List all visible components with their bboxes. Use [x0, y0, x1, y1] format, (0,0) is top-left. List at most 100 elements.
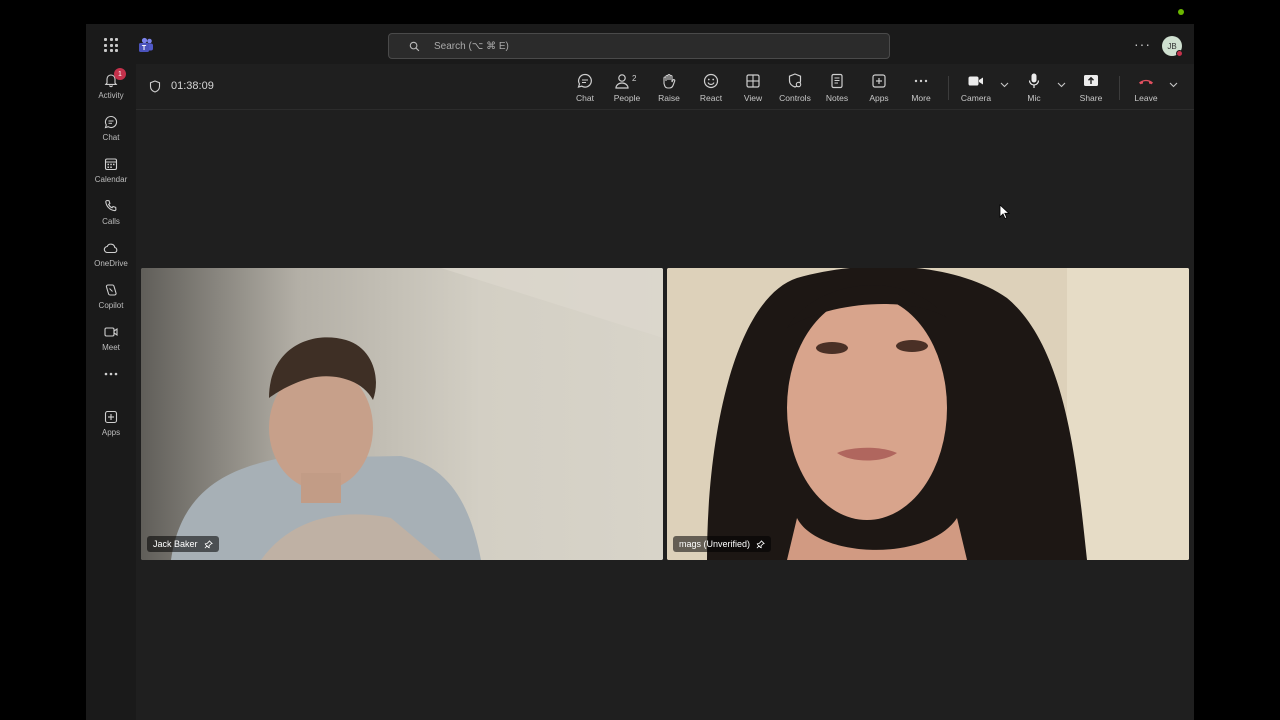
participant-video-tile[interactable]: mags (Unverified)	[667, 268, 1189, 560]
online-status-dot	[1178, 9, 1184, 15]
controls-label: Controls	[779, 93, 811, 103]
notes-icon	[831, 73, 843, 89]
pin-icon[interactable]	[204, 539, 213, 549]
plus-square-icon	[872, 74, 886, 88]
presence-busy-icon	[1176, 50, 1183, 57]
rail-item-meet[interactable]: Meet	[86, 324, 136, 352]
rail-item-onedrive[interactable]: OneDrive	[86, 240, 136, 268]
leave-options-chevron-icon[interactable]	[1169, 82, 1178, 88]
camera-options-chevron-icon[interactable]	[1000, 82, 1009, 88]
smiley-icon	[703, 73, 719, 89]
rail-item-copilot[interactable]: Copilot	[86, 282, 136, 310]
rail-item-label: OneDrive	[94, 259, 128, 268]
profile-avatar[interactable]: JB	[1162, 36, 1183, 57]
copilot-icon	[105, 284, 117, 296]
mic-icon	[1028, 73, 1040, 88]
more-button[interactable]: More	[899, 72, 943, 103]
teams-logo-icon: T	[139, 37, 153, 52]
rail-item-calls[interactable]: Calls	[86, 198, 136, 226]
mic-options-chevron-icon[interactable]	[1057, 82, 1066, 88]
search-input[interactable]: Search (⌥ ⌘ E)	[388, 33, 890, 59]
chat-icon	[577, 73, 592, 88]
hang-up-icon	[1139, 79, 1153, 85]
share-icon	[1084, 75, 1098, 86]
mic-label: Mic	[1027, 93, 1041, 103]
rail-item-apps[interactable]: Apps	[86, 409, 136, 437]
meeting-stage: 01:38:09 Chat 2 People Raise React View	[136, 64, 1194, 720]
app-launcher-icon[interactable]	[104, 38, 118, 52]
people-label: People	[613, 93, 641, 103]
more-icon	[914, 79, 928, 83]
view-button[interactable]: View	[731, 72, 775, 103]
share-label: Share	[1079, 93, 1103, 103]
more-icon	[104, 372, 118, 376]
activity-badge: 1	[114, 68, 126, 80]
video-icon	[104, 327, 118, 337]
meeting-toolbar: 01:38:09 Chat 2 People Raise React View	[136, 64, 1194, 110]
participant-name-tag: Jack Baker	[147, 536, 219, 552]
camera-button[interactable]: Camera	[954, 72, 998, 103]
calendar-icon	[104, 158, 118, 171]
search-icon	[409, 41, 420, 51]
leave-button[interactable]: Leave	[1124, 72, 1168, 103]
view-label: View	[743, 93, 763, 103]
toolbar-divider	[1119, 76, 1120, 100]
react-label: React	[699, 93, 723, 103]
rail-item-label: Meet	[102, 343, 120, 352]
search-placeholder: Search (⌥ ⌘ E)	[434, 40, 509, 52]
raise-label: Raise	[658, 93, 680, 103]
notes-button[interactable]: Notes	[815, 72, 859, 103]
apps-label: Apps	[869, 93, 889, 103]
camera-icon	[968, 76, 983, 86]
rail-item-more[interactable]	[86, 370, 136, 381]
rail-item-calendar[interactable]: Calendar	[86, 156, 136, 184]
shield-settings-icon	[788, 73, 802, 88]
rail-item-label: Copilot	[98, 301, 124, 310]
top-bar: T Search (⌥ ⌘ E) ··· JB	[86, 24, 1194, 64]
participant-name-tag: mags (Unverified)	[673, 536, 772, 552]
apps-button[interactable]: Apps	[857, 72, 901, 103]
app-rail: 1 Activity Chat Calendar Calls OneDrive …	[86, 64, 136, 720]
mic-button[interactable]: Mic	[1012, 72, 1056, 103]
camera-label: Camera	[960, 93, 992, 103]
rail-item-label: Calls	[102, 217, 120, 226]
rail-item-activity[interactable]: 1 Activity	[86, 68, 136, 100]
settings-more-button[interactable]: ···	[1134, 36, 1151, 52]
raise-hand-button[interactable]: Raise	[647, 72, 691, 103]
toolbar-divider	[948, 76, 949, 100]
teams-window: T Search (⌥ ⌘ E) ··· JB 1 Activity Chat …	[86, 24, 1194, 720]
mouse-cursor-icon	[999, 204, 1011, 220]
participant-video	[667, 268, 1189, 560]
react-button[interactable]: React	[689, 72, 733, 103]
rail-item-label: Apps	[101, 428, 121, 437]
grid-view-icon	[746, 74, 760, 88]
pin-icon[interactable]	[756, 539, 765, 549]
leave-label: Leave	[1134, 93, 1158, 103]
rail-item-label: Activity	[98, 91, 124, 100]
controls-button[interactable]: Controls	[773, 72, 817, 103]
meeting-timer: 01:38:09	[171, 80, 214, 92]
people-count: 2	[632, 74, 637, 83]
rail-item-label: Calendar	[94, 175, 128, 184]
svg-text:T: T	[142, 45, 147, 52]
participant-name: Jack Baker	[153, 539, 198, 549]
avatar-initials: JB	[1167, 41, 1177, 51]
people-icon: 2	[615, 74, 637, 89]
participant-video	[141, 268, 663, 560]
notes-label: Notes	[825, 93, 849, 103]
shield-icon	[149, 80, 161, 93]
plus-square-icon	[104, 410, 118, 424]
rail-item-label: Chat	[102, 133, 120, 142]
participant-name: mags (Unverified)	[679, 539, 751, 549]
chat-label: Chat	[576, 93, 594, 103]
chat-button[interactable]: Chat	[563, 72, 607, 103]
people-button[interactable]: 2 People	[605, 72, 649, 103]
rail-item-chat[interactable]: Chat	[86, 114, 136, 142]
share-button[interactable]: Share	[1069, 72, 1113, 103]
cloud-icon	[103, 243, 118, 254]
more-label: More	[911, 93, 931, 103]
chat-icon	[104, 115, 118, 129]
participant-video-tile[interactable]: Jack Baker	[141, 268, 663, 560]
hand-icon	[663, 73, 676, 89]
phone-icon	[105, 199, 117, 212]
